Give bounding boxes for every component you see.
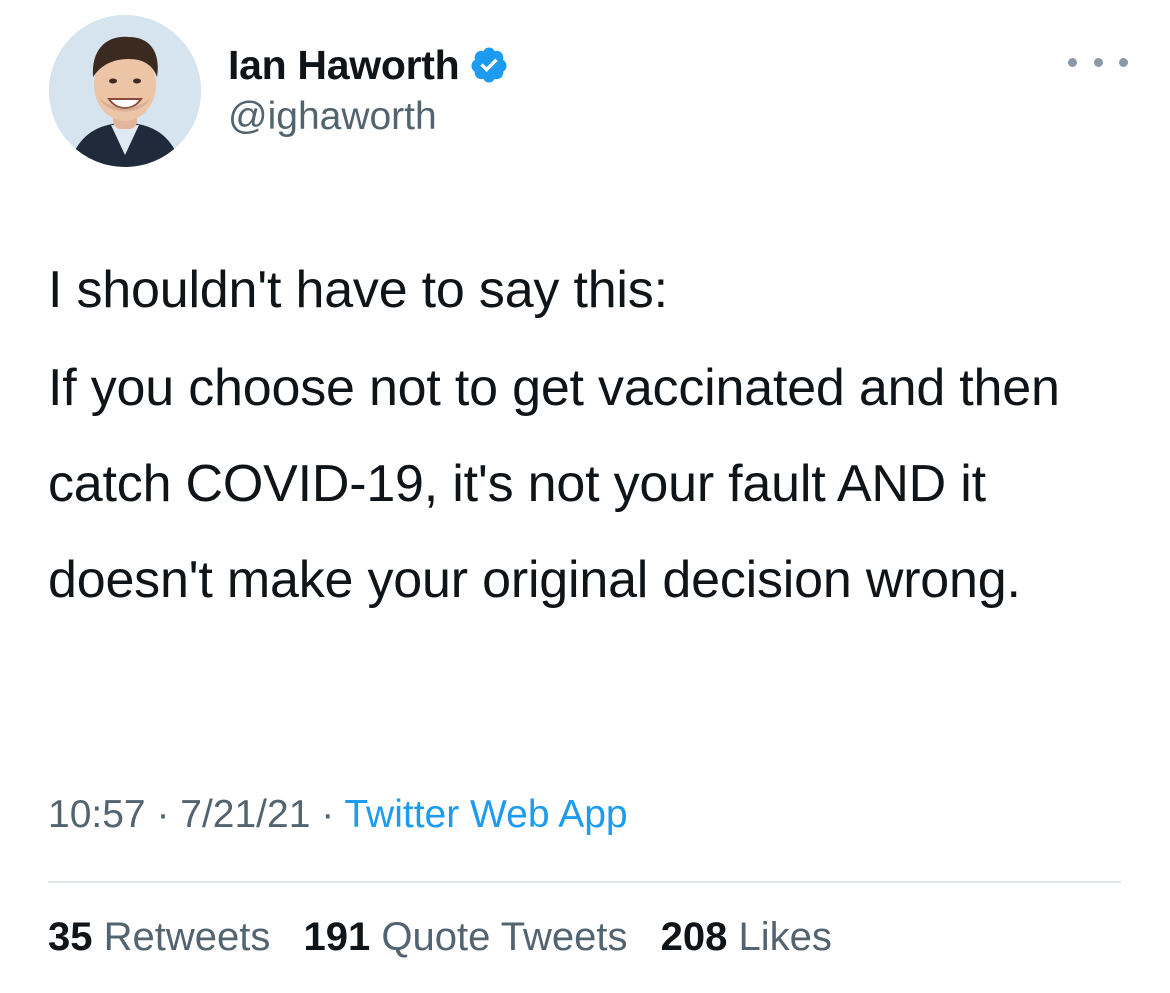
tweet-meta: 10:57 · 7/21/21 · Twitter Web App [48,793,628,837]
retweets-stat[interactable]: 35 Retweets [48,915,270,959]
author-handle[interactable]: @ighaworth [228,95,437,139]
more-dot [1093,57,1103,67]
meta-separator: · [145,793,181,836]
verified-badge-icon [469,45,509,85]
quote-tweets-label: Quote Tweets [381,915,628,959]
quote-tweets-count: 191 [303,915,371,959]
likes-stat[interactable]: 208 Likes [661,915,832,959]
more-dot [1068,57,1077,67]
tweet-paragraph: If you choose not to get vaccinated and … [48,359,1060,609]
tweet-source-link[interactable]: Twitter Web App [344,793,627,836]
tweet-paragraph: I shouldn't have to say this: [48,261,668,319]
tweet-body: I shouldn't have to say this: If you cho… [48,242,1138,628]
more-options-icon[interactable] [1068,45,1128,79]
retweets-count: 35 [48,915,93,959]
likes-label: Likes [738,915,832,959]
quote-tweets-stat[interactable]: 191 Quote Tweets [304,915,628,959]
more-dot [1119,57,1128,67]
retweets-label: Retweets [103,915,271,959]
tweet-stats: 35 Retweets 191 Quote Tweets 208 Likes [48,915,854,960]
author-name-row: Ian Haworth [228,40,509,90]
avatar-photo [49,15,201,167]
tweet-card: Ian Haworth @ighaworth I shouldn't have … [0,0,1170,993]
tweet-date[interactable]: 7/21/21 [180,793,310,836]
divider [48,881,1121,883]
avatar[interactable] [49,15,201,167]
meta-separator: · [310,793,345,836]
tweet-time[interactable]: 10:57 [48,793,146,836]
likes-count: 208 [660,915,728,959]
display-name[interactable]: Ian Haworth [228,42,460,89]
